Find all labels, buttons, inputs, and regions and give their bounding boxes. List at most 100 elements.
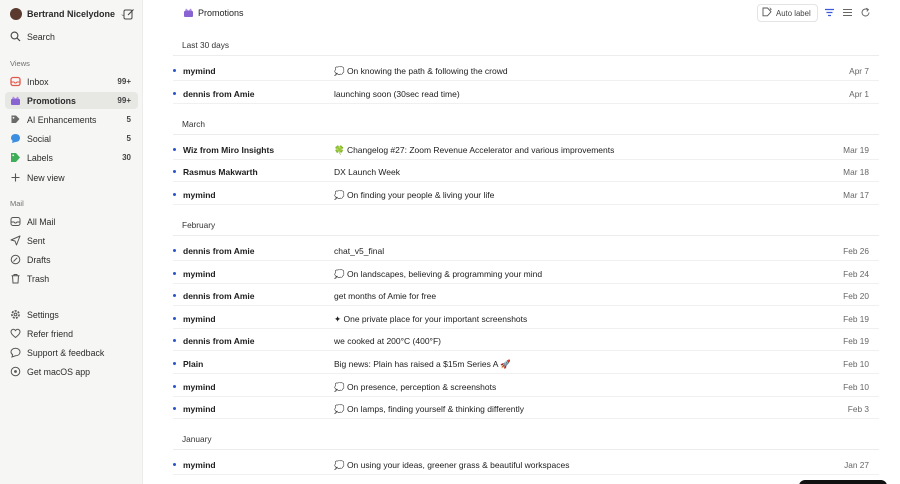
email-date: Jan 27 <box>844 460 869 470</box>
sidebar-item-labels[interactable]: Labels 30 <box>5 149 138 166</box>
download-icon <box>10 366 21 377</box>
email-date: Feb 10 <box>843 382 869 392</box>
divider <box>173 235 879 236</box>
trash-icon <box>10 273 21 284</box>
group-heading: January <box>182 434 212 444</box>
email-row[interactable]: dennis from Amie we cooked at 200°C (400… <box>173 329 879 351</box>
divider <box>173 55 879 56</box>
sidebar-item-social[interactable]: Social 5 <box>5 130 138 147</box>
email-row[interactable]: mymind ✦ One private place for your impo… <box>173 307 879 329</box>
labels-icon <box>10 152 21 163</box>
main-panel: Promotions Auto label Last 30 days mymin… <box>143 0 900 484</box>
email-row[interactable]: mymind 💭 On using your ideas, greener gr… <box>173 453 879 475</box>
email-subject: we cooked at 200°C (400°F) <box>334 336 441 346</box>
email-row[interactable]: mymind 💭 On finding your people & living… <box>173 183 879 205</box>
unread-count: 99+ <box>117 96 131 105</box>
group-heading: February <box>182 220 216 230</box>
divider <box>173 134 879 135</box>
sidebar-item-trash[interactable]: Trash <box>5 270 138 287</box>
account-name: Bertrand Nicelydone <box>27 9 116 19</box>
social-icon <box>10 133 21 144</box>
email-subject: 💭 On knowing the path & following the cr… <box>334 66 508 76</box>
unread-count: 5 <box>126 134 131 143</box>
auto-label-button[interactable]: Auto label <box>757 4 818 22</box>
unread-dot <box>173 193 176 196</box>
sidebar-item-inbox[interactable]: Inbox 99+ <box>5 73 138 90</box>
unread-dot <box>173 385 176 388</box>
compose-icon[interactable] <box>123 8 135 20</box>
email-sender: Wiz from Miro Insights <box>183 145 275 155</box>
list-view-icon[interactable] <box>842 7 853 18</box>
unread-dot <box>173 69 176 72</box>
unread-dot <box>173 170 176 173</box>
sidebar-item-settings[interactable]: Settings <box>5 306 138 323</box>
email-date: Feb 19 <box>843 336 869 346</box>
email-row[interactable]: dennis from Amie launching soon (30sec r… <box>173 82 879 104</box>
email-row[interactable]: mymind 💭 On lamps, finding yourself & th… <box>173 397 879 419</box>
email-date: Feb 20 <box>843 291 869 301</box>
floating-toast[interactable] <box>799 480 887 484</box>
filter-icon[interactable] <box>824 7 835 18</box>
sidebar-item-ai-enhancements[interactable]: AI Enhancements 5 <box>5 111 138 128</box>
search-icon <box>10 31 21 42</box>
sidebar-item-label: Inbox <box>27 76 49 87</box>
unread-dot <box>173 339 176 342</box>
email-sender: mymind <box>183 66 216 76</box>
sidebar-item-sent[interactable]: Sent <box>5 232 138 249</box>
email-subject: 💭 On using your ideas, greener grass & b… <box>334 460 570 470</box>
email-subject: get months of Amie for free <box>334 291 437 301</box>
email-date: Feb 19 <box>843 314 869 324</box>
sidebar-item-promotions[interactable]: Promotions 99+ <box>5 92 138 109</box>
new-view-button[interactable]: New view <box>5 169 138 186</box>
sidebar-item-refer-friend[interactable]: Refer friend <box>5 325 138 342</box>
divider <box>173 449 879 450</box>
sidebar-item-support[interactable]: Support & feedback <box>5 344 138 361</box>
sidebar-item-label: Settings <box>27 309 59 320</box>
sidebar-item-label: AI Enhancements <box>27 114 97 125</box>
email-date: Mar 18 <box>843 167 869 177</box>
email-row[interactable]: dennis from Amie get months of Amie for … <box>173 284 879 306</box>
unread-dot <box>173 463 176 466</box>
email-row[interactable]: mymind 💭 On knowing the path & following… <box>173 59 879 81</box>
unread-count: 5 <box>126 115 131 124</box>
sidebar-item-label: Sent <box>27 235 46 246</box>
auto-label-text: Auto label <box>776 8 811 18</box>
email-row[interactable]: mymind 💭 On landscapes, believing & prog… <box>173 262 879 284</box>
email-row[interactable]: Rasmus Makwarth DX Launch Week Mar 18 <box>173 160 879 182</box>
email-sender: mymind <box>183 460 216 470</box>
email-subject: 💭 On finding your people & living your l… <box>334 190 495 200</box>
sidebar-item-get-macos-app[interactable]: Get macOS app <box>5 363 138 380</box>
email-date: Feb 24 <box>843 269 869 279</box>
topbar: Promotions Auto label <box>143 0 900 26</box>
account-switcher[interactable]: Bertrand Nicelydone ⌄ <box>10 7 138 21</box>
search-button[interactable]: Search <box>5 28 138 45</box>
email-row[interactable]: Plain Big news: Plain has raised a $15m … <box>173 352 879 374</box>
tag-icon <box>10 114 21 125</box>
promotions-icon <box>183 7 194 18</box>
gear-icon <box>10 309 21 320</box>
email-subject: 💭 On landscapes, believing & programming… <box>334 269 543 279</box>
email-sender: mymind <box>183 190 216 200</box>
email-date: Apr 7 <box>849 66 869 76</box>
refresh-icon[interactable] <box>860 7 871 18</box>
email-sender: mymind <box>183 314 216 324</box>
email-row[interactable]: Wiz from Miro Insights 🍀 Changelog #27: … <box>173 138 879 160</box>
email-sender: dennis from Amie <box>183 291 255 301</box>
sidebar-item-drafts[interactable]: Drafts <box>5 251 138 268</box>
email-row[interactable]: mymind 💭 On presence, perception & scree… <box>173 375 879 397</box>
email-sender: Rasmus Makwarth <box>183 167 258 177</box>
sidebar-item-label: All Mail <box>27 216 56 227</box>
sidebar-item-all-mail[interactable]: All Mail <box>5 213 138 230</box>
email-row[interactable]: dennis from Amie chat_v5_final Feb 26 <box>173 239 879 261</box>
email-subject: Big news: Plain has raised a $15m Series… <box>334 359 511 369</box>
email-subject: chat_v5_final <box>334 246 385 256</box>
heart-icon <box>10 328 21 339</box>
sidebar-item-label: Get macOS app <box>27 366 91 377</box>
sent-icon <box>10 235 21 246</box>
unread-dot <box>173 249 176 252</box>
new-view-label: New view <box>27 172 65 183</box>
email-date: Feb 26 <box>843 246 869 256</box>
email-date: Feb 3 <box>847 404 869 414</box>
email-sender: Plain <box>183 359 204 369</box>
sidebar-item-label: Trash <box>27 273 50 284</box>
